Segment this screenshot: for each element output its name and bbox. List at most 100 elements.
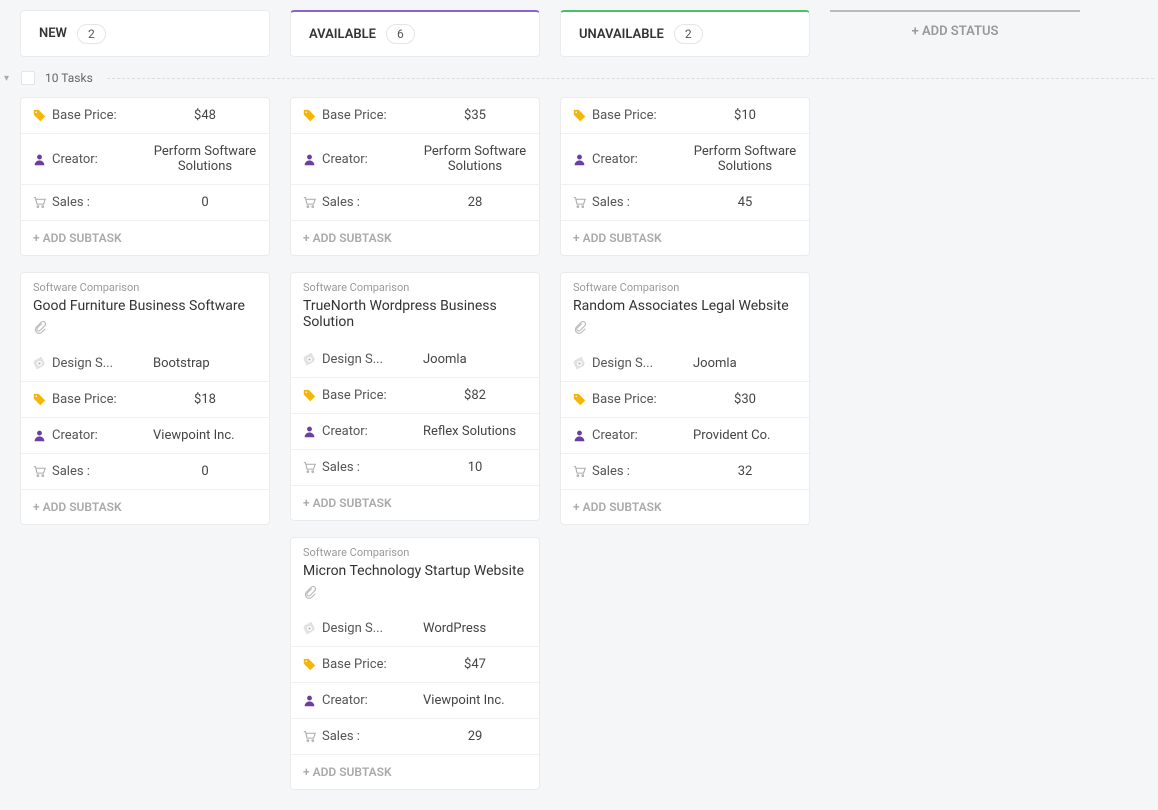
add-subtask-button[interactable]: + ADD SUBTASK: [561, 490, 809, 524]
column-unavailable: Base Price:$10Creator:Perform Software S…: [560, 97, 810, 525]
field-label: Creator:: [303, 693, 423, 708]
card-field-row: Base Price:$18: [21, 382, 269, 418]
field-value: WordPress: [423, 621, 527, 636]
tag-icon: [303, 658, 316, 671]
card-field-row: Base Price:$35: [291, 98, 539, 134]
field-label: Base Price:: [303, 388, 423, 403]
user-icon: [33, 153, 46, 166]
add-subtask-button[interactable]: + ADD SUBTASK: [291, 486, 539, 520]
card-field-row: Creator:Perform Software Solutions: [291, 134, 539, 185]
field-label: Base Price:: [573, 392, 693, 407]
card-field-row: Sales :28: [291, 185, 539, 221]
user-icon: [303, 425, 316, 438]
card-field-row: Base Price:$82: [291, 378, 539, 414]
field-label: Base Price:: [303, 108, 423, 123]
field-value: 0: [153, 195, 257, 210]
card-field-row: Sales :29: [291, 719, 539, 755]
column-header-unavailable[interactable]: UNAVAILABLE2: [560, 10, 810, 57]
card-title: Random Associates Legal Website: [561, 294, 809, 346]
collapse-chevron-icon[interactable]: ▾: [4, 73, 9, 84]
user-icon: [303, 153, 316, 166]
attachment-icon: [573, 320, 587, 334]
tag-icon: [573, 393, 586, 406]
add-status-button[interactable]: + ADD STATUS: [830, 10, 1080, 57]
task-card[interactable]: Software ComparisonMicron Technology Sta…: [290, 537, 540, 790]
task-card[interactable]: Software ComparisonGood Furniture Busine…: [20, 272, 270, 525]
add-subtask-button[interactable]: + ADD SUBTASK: [561, 221, 809, 255]
add-subtask-button[interactable]: + ADD SUBTASK: [21, 490, 269, 524]
card-field-row: Creator:Perform Software Solutions: [561, 134, 809, 185]
field-label: Creator:: [33, 428, 153, 443]
task-card[interactable]: Base Price:$48Creator:Perform Software S…: [20, 97, 270, 256]
card-field-row: Creator:Viewpoint Inc.: [291, 683, 539, 719]
tag-icon: [303, 109, 316, 122]
field-label: Creator:: [303, 152, 423, 167]
divider-line: [107, 78, 1154, 79]
field-value: $47: [423, 657, 527, 672]
color-swatch[interactable]: [21, 71, 35, 85]
cart-icon: [303, 730, 316, 743]
gear-icon: [303, 622, 316, 635]
field-value: Perform Software Solutions: [423, 144, 527, 174]
add-subtask-button[interactable]: + ADD SUBTASK: [291, 755, 539, 789]
field-value: $35: [423, 108, 527, 123]
field-label: Sales :: [33, 195, 153, 210]
field-value: 29: [423, 729, 527, 744]
user-icon: [573, 153, 586, 166]
card-field-row: Sales :32: [561, 454, 809, 490]
field-value: 45: [693, 195, 797, 210]
cart-icon: [573, 196, 586, 209]
field-label: Sales :: [303, 460, 423, 475]
field-label: Creator:: [573, 152, 693, 167]
card-category: Software Comparison: [21, 273, 269, 294]
task-card[interactable]: Software ComparisonTrueNorth Wordpress B…: [290, 272, 540, 521]
board-headers: NEW2 AVAILABLE6 UNAVAILABLE2 + ADD STATUS: [0, 0, 1158, 57]
field-label: Base Price:: [33, 392, 153, 407]
tag-icon: [33, 109, 46, 122]
field-value: $30: [693, 392, 797, 407]
card-field-row: Base Price:$30: [561, 382, 809, 418]
card-field-row: Design S...Bootstrap: [21, 346, 269, 382]
task-card[interactable]: Software ComparisonRandom Associates Leg…: [560, 272, 810, 525]
task-card[interactable]: Base Price:$10Creator:Perform Software S…: [560, 97, 810, 256]
card-field-row: Sales :45: [561, 185, 809, 221]
card-category: Software Comparison: [291, 538, 539, 559]
field-value: Joomla: [423, 352, 527, 367]
field-value: Reflex Solutions: [423, 424, 527, 439]
user-icon: [33, 429, 46, 442]
field-value: $10: [693, 108, 797, 123]
gear-icon: [303, 353, 316, 366]
field-label: Sales :: [303, 729, 423, 744]
field-value: Bootstrap: [153, 356, 257, 371]
add-subtask-button[interactable]: + ADD SUBTASK: [291, 221, 539, 255]
cart-icon: [33, 465, 46, 478]
field-value: Joomla: [693, 356, 797, 371]
attachment-icon: [303, 585, 317, 599]
card-field-row: Base Price:$10: [561, 98, 809, 134]
gear-icon: [33, 357, 46, 370]
card-field-row: Sales :10: [291, 450, 539, 486]
card-field-row: Base Price:$48: [21, 98, 269, 134]
column-header-new[interactable]: NEW2: [20, 10, 270, 57]
card-field-row: Design S...Joomla: [561, 346, 809, 382]
field-value: 32: [693, 464, 797, 479]
task-card[interactable]: Base Price:$35Creator:Perform Software S…: [290, 97, 540, 256]
field-value: $18: [153, 392, 257, 407]
field-label: Design S...: [303, 352, 423, 367]
card-field-row: Sales :0: [21, 185, 269, 221]
field-label: Base Price:: [303, 657, 423, 672]
field-label: Sales :: [573, 464, 693, 479]
card-field-row: Creator:Provident Co.: [561, 418, 809, 454]
column-title: UNAVAILABLE: [579, 27, 664, 42]
tasks-row: ▾ 10 Tasks: [0, 57, 1158, 97]
add-subtask-button[interactable]: + ADD SUBTASK: [21, 221, 269, 255]
attachment-icon: [33, 320, 47, 334]
card-title: Good Furniture Business Software: [21, 294, 269, 346]
user-icon: [303, 694, 316, 707]
field-value: Provident Co.: [693, 428, 797, 443]
column-header-available[interactable]: AVAILABLE6: [290, 10, 540, 57]
field-label: Sales :: [33, 464, 153, 479]
field-label: Creator:: [33, 152, 153, 167]
card-field-row: Base Price:$47: [291, 647, 539, 683]
user-icon: [573, 429, 586, 442]
